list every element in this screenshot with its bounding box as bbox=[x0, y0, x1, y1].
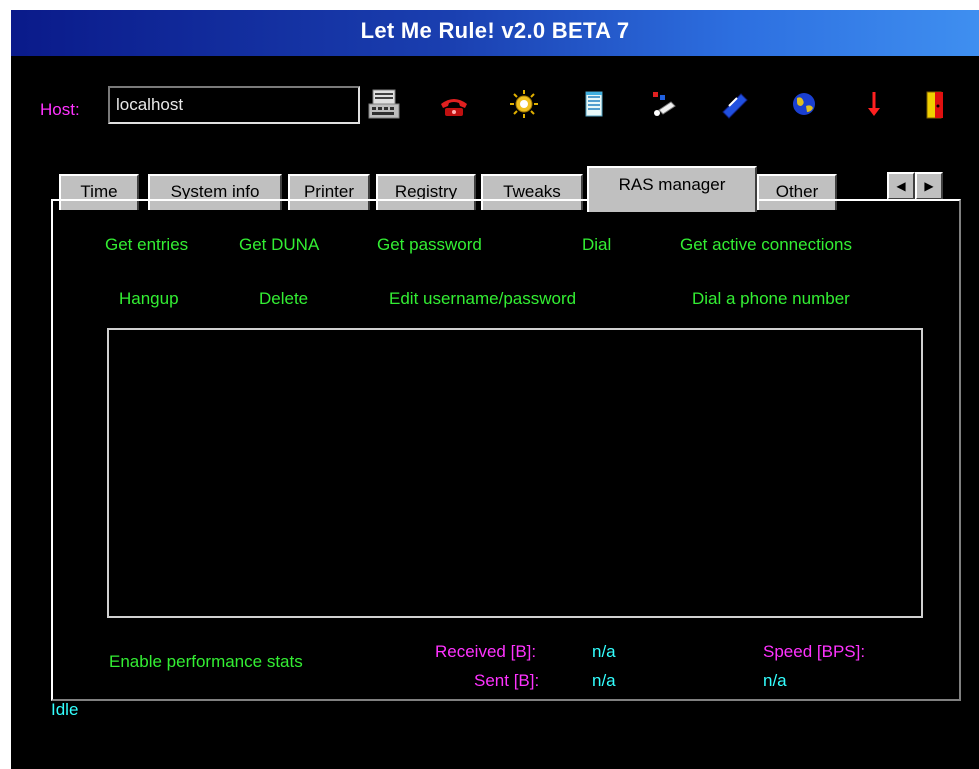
enable-performance-stats-link[interactable]: Enable performance stats bbox=[109, 652, 303, 672]
notepad-icon[interactable] bbox=[575, 84, 613, 124]
pen-icon[interactable] bbox=[715, 84, 753, 124]
received-label: Received [B]: bbox=[435, 642, 537, 661]
sun-icon[interactable] bbox=[505, 84, 543, 124]
window-title: Let Me Rule! v2.0 BETA 7 bbox=[360, 18, 630, 43]
get-entries-link[interactable]: Get entries bbox=[105, 235, 188, 255]
title-bar: Let Me Rule! v2.0 BETA 7 bbox=[11, 10, 979, 56]
speed-value: n/a bbox=[763, 671, 787, 690]
edit-username-password-link[interactable]: Edit username/password bbox=[389, 289, 576, 309]
arrow-down-icon[interactable] bbox=[855, 84, 893, 124]
get-password-link[interactable]: Get password bbox=[377, 235, 482, 255]
hangup-link[interactable]: Hangup bbox=[119, 289, 179, 309]
phone-icon[interactable] bbox=[435, 84, 473, 124]
received-value: n/a bbox=[592, 642, 616, 661]
dial-link[interactable]: Dial bbox=[582, 235, 611, 255]
get-duna-link[interactable]: Get DUNA bbox=[239, 235, 319, 255]
delete-link[interactable]: Delete bbox=[259, 289, 308, 309]
sent-label: Sent [B]: bbox=[474, 671, 540, 690]
results-listbox[interactable] bbox=[107, 328, 923, 618]
globe-icon[interactable] bbox=[785, 84, 823, 124]
tab-ras-manager[interactable]: RAS manager bbox=[587, 166, 757, 212]
dial-phone-number-link[interactable]: Dial a phone number bbox=[692, 289, 850, 309]
get-active-connections-link[interactable]: Get active connections bbox=[680, 235, 852, 255]
speed-label: Speed [BPS]: bbox=[763, 642, 866, 661]
app-window: Let Me Rule! v2.0 BETA 7 Host: localhost… bbox=[11, 10, 979, 769]
host-label: Host: bbox=[40, 100, 80, 119]
ras-manager-panel: Get entries Get DUNA Get password Dial G… bbox=[51, 199, 961, 701]
paint-icon[interactable] bbox=[645, 84, 683, 124]
exit-door-icon[interactable] bbox=[917, 84, 955, 124]
keyboard-icon[interactable] bbox=[365, 84, 403, 124]
tab-scroll-left-button[interactable]: ◀ bbox=[887, 172, 915, 200]
host-input[interactable] bbox=[108, 86, 360, 124]
status-text: Idle bbox=[51, 700, 79, 719]
tab-scroll-right-button[interactable]: ▶ bbox=[915, 172, 943, 200]
sent-value: n/a bbox=[592, 671, 616, 690]
